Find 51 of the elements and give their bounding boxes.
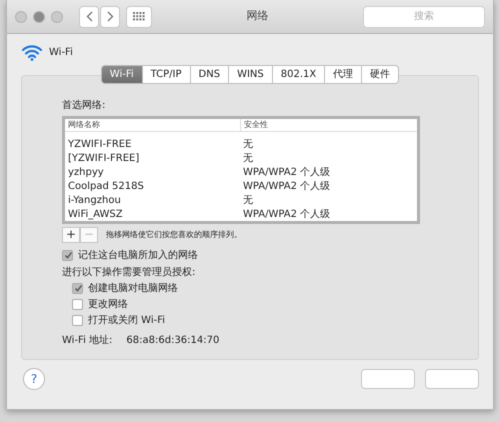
table-cell: WPA/WPA2 个人级 bbox=[243, 167, 330, 178]
dialog-button[interactable] bbox=[361, 369, 415, 389]
column-header[interactable]: 网络名称 bbox=[68, 120, 100, 129]
section-label: 进行以下操作需要管理员授权: bbox=[62, 266, 196, 280]
section-label: 首选网络: bbox=[62, 98, 106, 113]
zoom-button[interactable] bbox=[51, 10, 63, 22]
table-cell: [YZWIFI-FREE] bbox=[68, 153, 140, 164]
table-cell: Coolpad 5218S bbox=[68, 181, 144, 192]
tab[interactable]: 硬件 bbox=[362, 65, 400, 84]
chevron-right-icon bbox=[106, 11, 114, 22]
address-value: 68:a8:6d:36:14:70 bbox=[126, 334, 220, 348]
table-cell: yzhpyy bbox=[68, 167, 104, 178]
dialog-button[interactable] bbox=[425, 369, 479, 389]
tab[interactable]: WINS bbox=[229, 65, 273, 84]
search-field[interactable]: 搜索 bbox=[363, 6, 485, 28]
grid-button[interactable] bbox=[126, 6, 152, 28]
checkbox-label: 记住这台电脑所加入的网络 bbox=[78, 248, 198, 262]
checkbox[interactable] bbox=[72, 298, 83, 310]
table-cell: 无 bbox=[243, 195, 253, 206]
table-cell: WPA/WPA2 个人级 bbox=[243, 181, 330, 192]
table-cell: YZWIFI-FREE bbox=[68, 139, 132, 150]
tab[interactable]: DNS bbox=[190, 65, 230, 84]
minimize-button[interactable] bbox=[33, 10, 45, 22]
help-button[interactable]: ? bbox=[23, 368, 45, 390]
hint-text: 拖移网络使它们按您喜欢的顺序排列。 bbox=[106, 228, 242, 240]
address-label: Wi-Fi 地址: bbox=[62, 334, 112, 348]
checkbox-label: 创建电脑对电脑网络 bbox=[88, 282, 178, 296]
table-cell: i-Yangzhou bbox=[68, 195, 121, 206]
tab[interactable]: Wi-Fi bbox=[100, 65, 143, 84]
forward-button[interactable] bbox=[100, 6, 120, 28]
wifi-icon bbox=[21, 44, 43, 61]
checkbox-label: 打开或关闭 Wi-Fi bbox=[88, 314, 166, 328]
tab[interactable]: 代理 bbox=[325, 65, 362, 84]
chevron-left-icon bbox=[86, 11, 92, 22]
checkbox-label: 更改网络 bbox=[88, 298, 128, 312]
service-name: Wi-Fi bbox=[49, 46, 73, 60]
tab[interactable]: TCP/IP bbox=[142, 65, 191, 84]
table-cell: 无 bbox=[243, 139, 253, 150]
column-header[interactable]: 安全性 bbox=[244, 120, 268, 129]
checkbox[interactable] bbox=[62, 250, 73, 260]
table-cell: WPA/WPA2 个人级 bbox=[243, 209, 330, 220]
back-button[interactable] bbox=[79, 6, 99, 28]
table-cell: WiFi_AWSZ bbox=[68, 209, 123, 220]
table-cell: 无 bbox=[243, 153, 253, 164]
close-button[interactable] bbox=[15, 10, 27, 22]
checkbox[interactable] bbox=[72, 314, 83, 326]
checkbox[interactable] bbox=[72, 282, 83, 294]
tab[interactable]: 802.1X bbox=[272, 65, 326, 84]
grid-icon bbox=[133, 12, 145, 21]
window-title: 网络 bbox=[246, 8, 270, 24]
add-button[interactable]: + bbox=[62, 226, 80, 242]
